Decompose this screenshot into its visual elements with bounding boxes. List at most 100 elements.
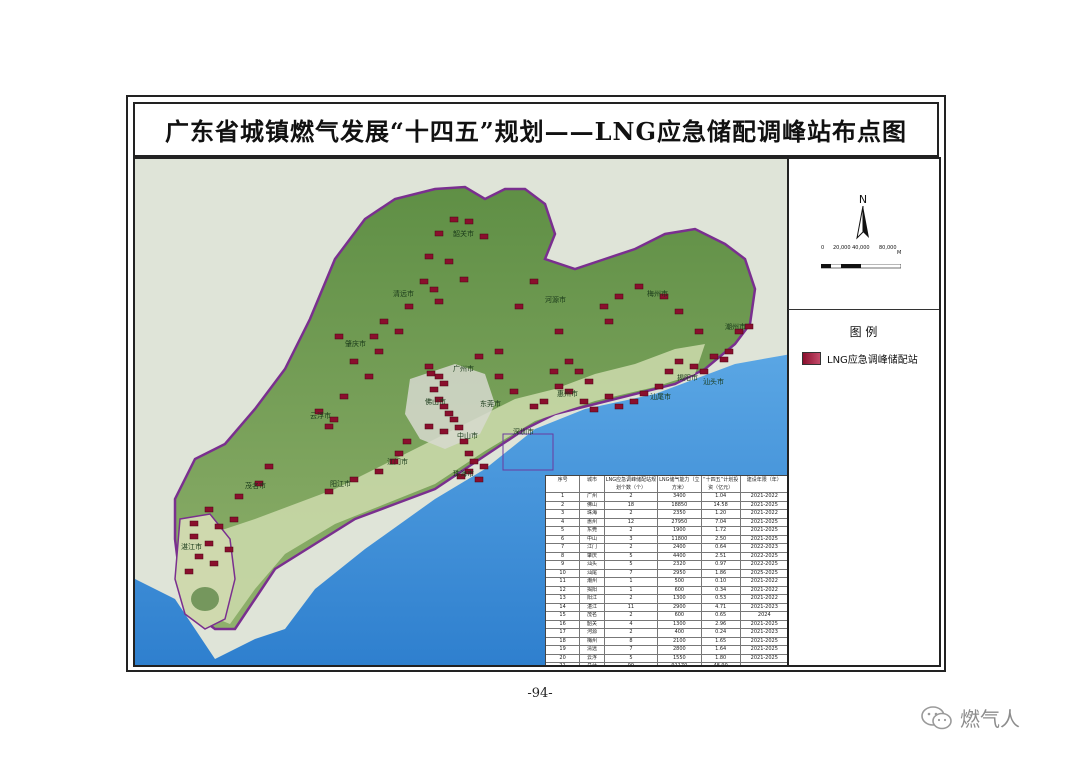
table-row: 2 佛山 18 18850 14.58 2021-2025 (546, 501, 787, 510)
table-cell: 5 (605, 561, 659, 569)
table-cell: 91170 (658, 663, 702, 665)
lng-station-marker (664, 368, 674, 375)
lng-station-marker (709, 353, 719, 360)
scale-bar: 0 20,000 40,000 80,000 M (820, 245, 901, 273)
lng-station-marker (699, 368, 709, 375)
lng-station-marker (469, 458, 479, 465)
lng-station-marker (584, 378, 594, 385)
table-cell: 1300 (658, 620, 702, 628)
lng-station-marker (374, 468, 384, 475)
table-cell: 2021-2025 (750, 527, 778, 533)
table-header: 建设年限（年） (746, 477, 782, 483)
table-cell: 1 (605, 578, 659, 586)
table-cell: 江门 (580, 544, 605, 552)
lng-station-marker (189, 520, 199, 527)
lng-station-marker (404, 303, 414, 310)
lng-station-marker (429, 386, 439, 393)
city-label: 中山市 (457, 432, 478, 440)
table-row: 10 汕尾 7 2950 1.86 2025-2025 (546, 569, 787, 578)
lng-station-marker (229, 516, 239, 523)
table-cell: 2950 (658, 569, 702, 577)
table-row: 4 惠州 12 27950 7.04 2021-2025 (546, 518, 787, 527)
lng-station-marker (204, 506, 214, 513)
lng-station-marker (579, 398, 589, 405)
page-number: -94- (527, 686, 553, 701)
lng-station-marker (434, 298, 444, 305)
lng-station-marker (364, 373, 374, 380)
lng-station-marker (424, 363, 434, 370)
lng-station-marker (494, 348, 504, 355)
table-cell: 阳江 (580, 595, 605, 603)
map-area[interactable]: 韶关市 清远市 肇庆市 云浮市 广州市 河源市 梅州市 潮州市 揭阳市 汕头市 … (133, 157, 789, 667)
city-label: 清远市 (393, 290, 414, 298)
table-cell: 4 (605, 620, 659, 628)
city-label: 云浮市 (310, 412, 331, 420)
lng-station-marker (444, 410, 454, 417)
table-cell: 18 (605, 501, 659, 509)
lng-station-marker (719, 356, 729, 363)
table-cell (741, 663, 787, 665)
table-cell: 0.65 (702, 612, 741, 620)
city-label: 广州市 (453, 365, 474, 373)
lng-station-marker (514, 303, 524, 310)
table-cell: 400 (658, 629, 702, 637)
city-label: 茂名市 (245, 482, 266, 490)
watermark-text: 燃气人 (960, 707, 1020, 731)
table-cell: 2400 (658, 544, 702, 552)
table-cell: 0.53 (702, 595, 741, 603)
lng-station-marker (324, 488, 334, 495)
lng-station-marker (209, 560, 219, 567)
table-cell: 2021-2025 (750, 501, 778, 508)
lng-station-marker (639, 390, 649, 397)
table-cell: 1550 (658, 654, 702, 662)
table-cell: 2022-2025 (750, 552, 778, 559)
table-cell: 中山 (580, 535, 605, 543)
table-cell: 揭阳 (580, 586, 605, 594)
table-cell: 48.90 (702, 663, 741, 665)
table-cell: 2 (605, 629, 659, 637)
table-cell: 8 (546, 552, 581, 560)
lng-station-marker (184, 568, 194, 575)
city-label: 梅州市 (647, 290, 668, 298)
table-cell: 2 (605, 612, 659, 620)
table-header-row: 序号 城市 LNG应急调峰储配站规划个数（个） LNG储气能力（立方米） “十四… (546, 476, 787, 493)
table-cell: 2021-2022 (750, 578, 778, 584)
scale-tick: 0 (821, 245, 825, 251)
table-cell: 1.65 (702, 637, 741, 645)
table-row: 18 梅州 8 2100 1.65 2021-2025 (546, 637, 787, 646)
lng-station-marker (529, 278, 539, 285)
table-row: 20 云浮 5 1550 1.80 2021-2025 (546, 654, 787, 663)
table-cell: 2021-2022 (750, 586, 778, 593)
legend-swatch (802, 352, 821, 365)
side-divider (788, 309, 939, 310)
table-cell: 500 (658, 578, 702, 586)
table-cell: 2022-2025 (750, 561, 778, 567)
lng-station-marker (599, 303, 609, 310)
table-cell: 2 (546, 501, 581, 509)
table-cell: 韶关 (580, 620, 605, 628)
city-label: 阳江市 (330, 480, 351, 488)
table-row: 5 东莞 2 1900 1.72 2021-2025 (546, 527, 787, 536)
table-cell: 10 (546, 569, 581, 577)
table-cell: 汕尾 (580, 569, 605, 577)
city-label: 韶关市 (453, 230, 474, 238)
table-cell: 广州 (580, 493, 605, 501)
lng-station-marker (402, 438, 412, 445)
lng-station-marker (689, 363, 699, 370)
table-cell: 2320 (658, 561, 702, 569)
lng-station-marker (334, 333, 344, 340)
lng-station-marker (474, 353, 484, 360)
table-cell: 0.97 (702, 561, 741, 569)
lng-station-marker (604, 318, 614, 325)
table-cell: 1.80 (702, 654, 741, 662)
table-cell: 惠州 (580, 518, 605, 526)
table-cell: 梅州 (580, 637, 605, 645)
table-row: 9 汕头 5 2320 0.97 2022-2025 (546, 561, 787, 570)
table-cell: 3400 (658, 493, 702, 501)
table-cell: 2900 (658, 603, 702, 611)
lng-station-marker (479, 463, 489, 470)
lng-station-marker (564, 358, 574, 365)
volcanic-crater (191, 587, 219, 611)
table-cell: 2022-2023 (750, 544, 778, 550)
lng-station-marker (394, 450, 404, 457)
